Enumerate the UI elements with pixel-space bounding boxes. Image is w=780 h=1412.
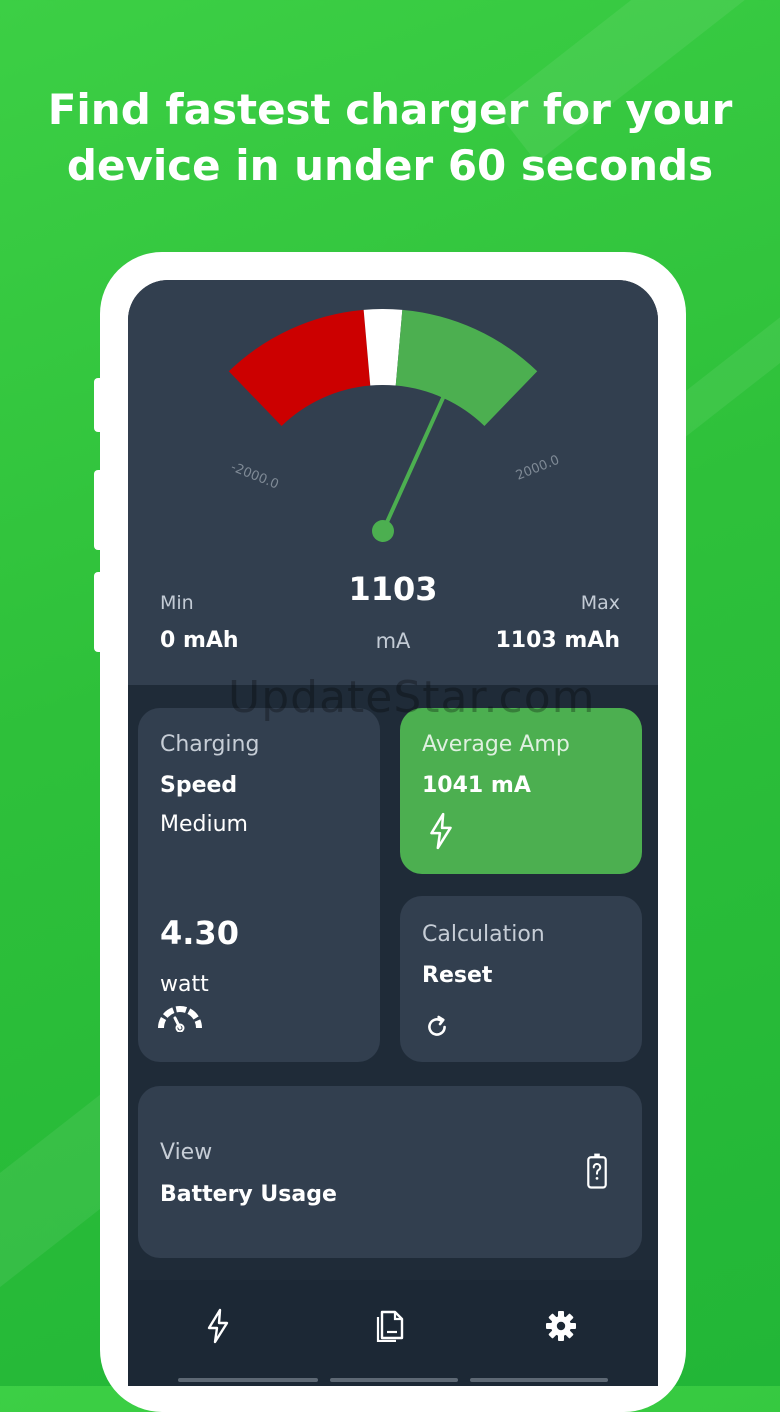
- calculation-reset-card[interactable]: Calculation Reset: [400, 896, 642, 1062]
- watermark: UpdateStar.com: [228, 672, 596, 723]
- calculation-reset-label: Reset: [422, 963, 493, 988]
- headline-line-1: Find fastest charger for your: [47, 85, 733, 134]
- average-amp-card[interactable]: Average Amp 1041 mA: [400, 708, 642, 874]
- charging-speed-card[interactable]: Charging Speed Medium 4.30 watt: [138, 708, 380, 1062]
- charging-status: Medium: [160, 812, 248, 837]
- home-indicator: [178, 1378, 318, 1382]
- max-title: Max: [580, 592, 620, 614]
- charging-title: Charging: [160, 732, 260, 757]
- gauge-negative-zone: [228, 309, 371, 426]
- gauge-needle: [381, 383, 451, 533]
- current-amp-value: 1103: [348, 570, 438, 608]
- gauge-panel: -2000.0 2000.0 Min 0 mAh 1103 mA Max 110…: [128, 280, 658, 685]
- charging-gauge: -2000.0 2000.0: [228, 309, 562, 542]
- nav-lightning-icon[interactable]: [206, 1308, 230, 1344]
- home-indicator: [330, 1378, 458, 1382]
- nav-document-icon[interactable]: [376, 1308, 406, 1342]
- average-amp-title: Average Amp: [422, 732, 570, 757]
- average-amp-value: 1041 mA: [422, 773, 531, 798]
- refresh-icon: [428, 1015, 446, 1036]
- charging-power-value: 4.30: [160, 914, 239, 952]
- battery-usage-subtitle: Battery Usage: [160, 1182, 337, 1207]
- lightning-icon: [430, 812, 452, 850]
- headline: Find fastest charger for your device in …: [0, 82, 780, 194]
- app-screen: -2000.0 2000.0 Min 0 mAh 1103 mA Max 110…: [128, 280, 658, 1386]
- battery-usage-card[interactable]: View Battery Usage: [138, 1086, 642, 1258]
- bottom-navigation: [128, 1280, 658, 1386]
- speedometer-icon: [158, 1006, 202, 1032]
- charging-subtitle: Speed: [160, 773, 238, 798]
- battery-question-icon: [587, 1153, 607, 1189]
- gauge-positive-zone: [395, 309, 538, 426]
- calculation-title: Calculation: [422, 922, 545, 947]
- gauge-min-label: -2000.0: [229, 460, 281, 493]
- nav-gear-icon[interactable]: [545, 1310, 577, 1342]
- gauge-needle-hub: [372, 520, 394, 542]
- gauge-max-label: 2000.0: [514, 453, 562, 484]
- max-value: 1103 mAh: [495, 628, 620, 653]
- gauge-zero-zone: [363, 309, 403, 386]
- home-indicator: [470, 1378, 608, 1382]
- battery-usage-title: View: [160, 1140, 213, 1165]
- headline-line-2: device in under 60 seconds: [66, 141, 714, 190]
- charging-power-unit: watt: [160, 972, 209, 997]
